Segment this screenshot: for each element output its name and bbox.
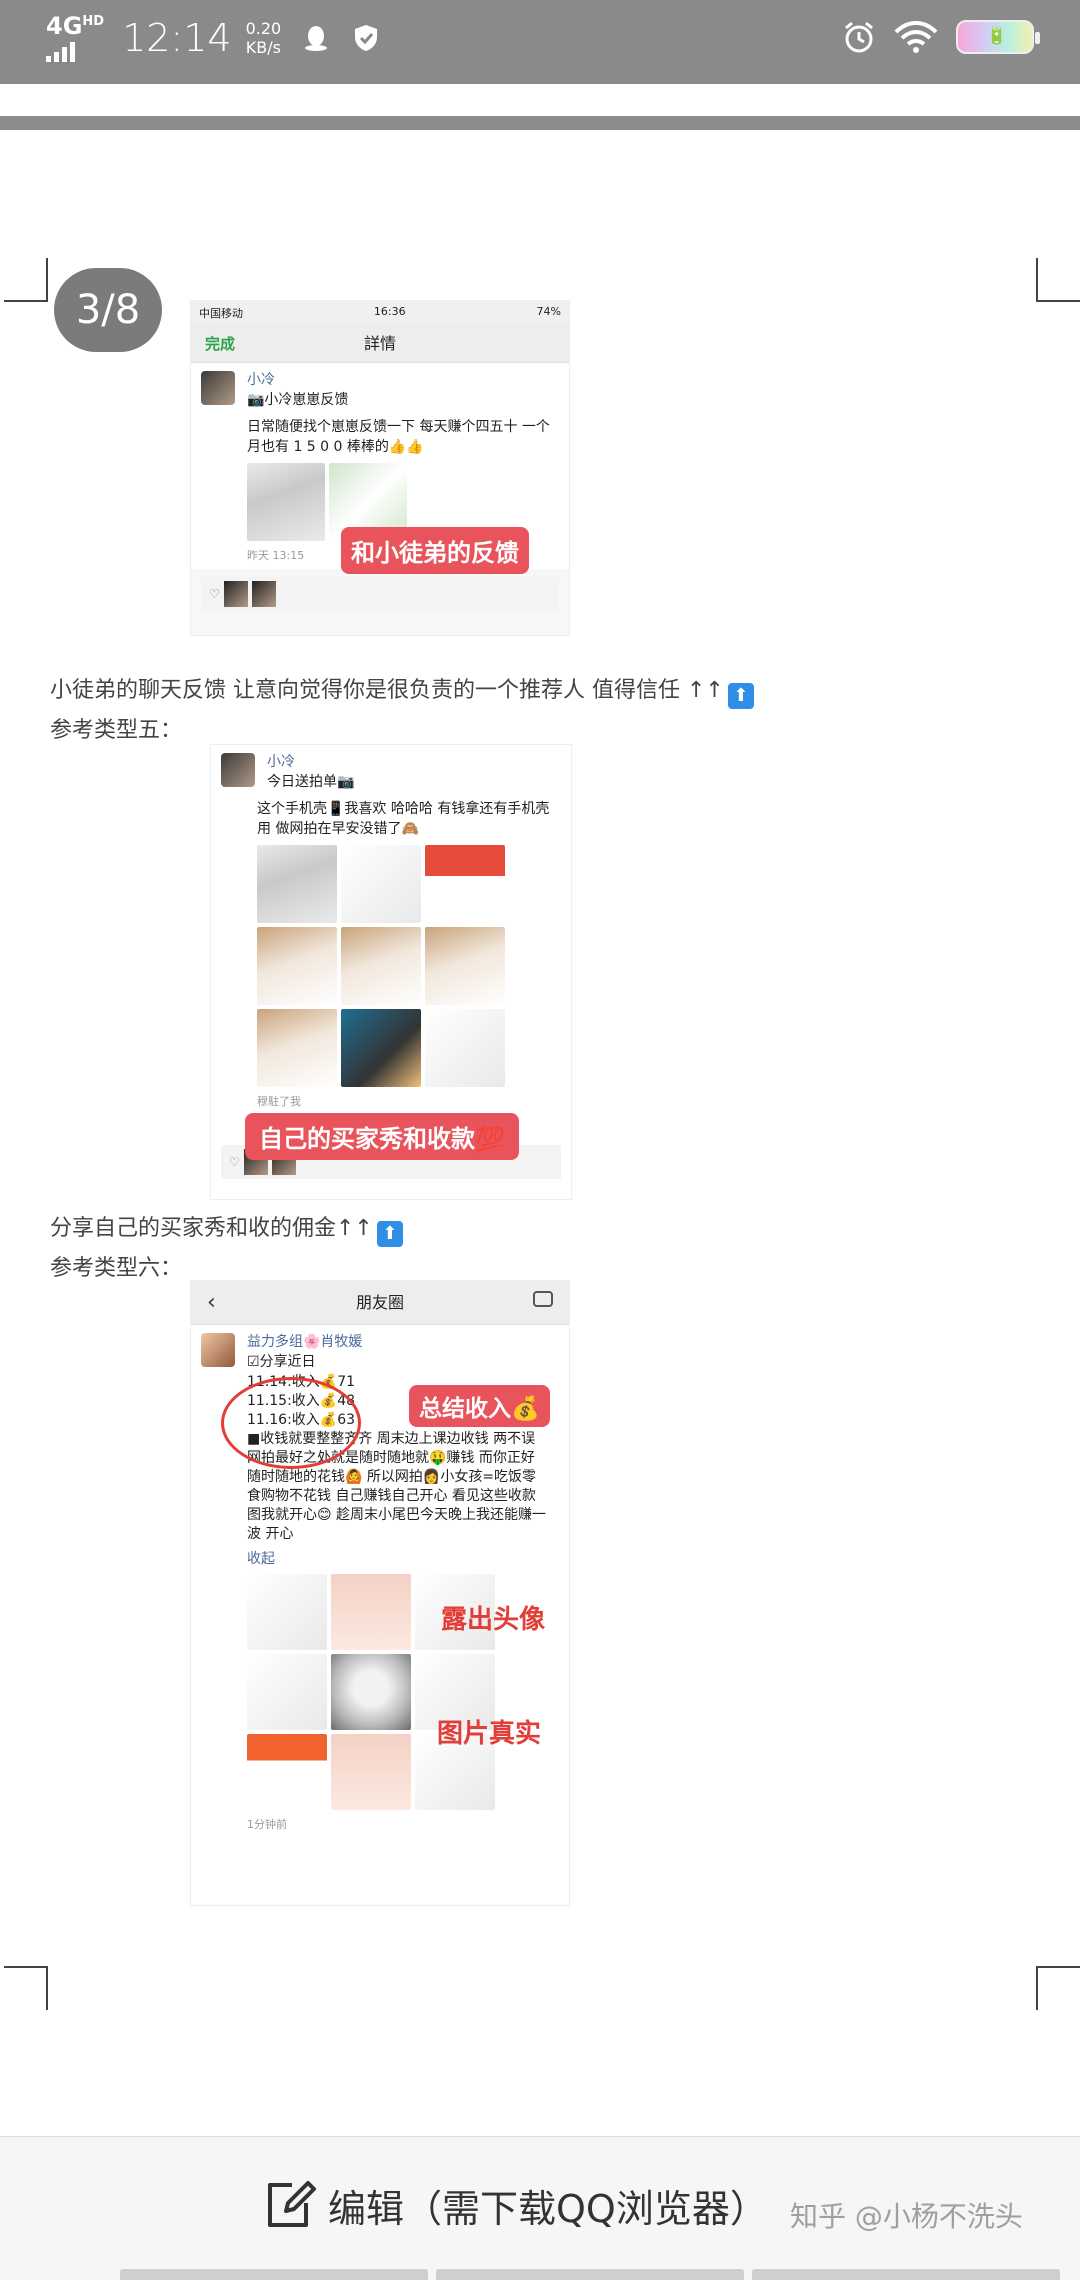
back-icon: ‹ [207, 1290, 216, 1315]
arrow-up-icon: ⬆ [376, 1221, 403, 1247]
page-indicator: 3/8 [54, 268, 162, 352]
highlight-circle [221, 1377, 361, 1469]
alarm-icon [845, 21, 873, 53]
post-subtitle: 今日送拍单📷 [267, 774, 355, 790]
net-speed-value: 0.20 [245, 19, 282, 38]
bottom-bar: 编辑（需下载QQ浏览器） 知乎 @小杨不洗头 [0, 2136, 1080, 2280]
section-heading: 参考类型五： [50, 718, 183, 743]
paragraph: 分享自己的买家秀和收的佣金↑↑ ⬆ [50, 1210, 403, 1247]
paragraph: 小徒弟的聊天反馈 让意向觉得你是很负责的一个推荐人 值得信任 ↑↑ ⬆ [50, 672, 754, 709]
network-indicator: 4GHD [46, 14, 104, 62]
net-speed: 0.20 KB/s [246, 19, 282, 57]
camera-icon [533, 1291, 553, 1307]
annotation-tag: 自己的买家秀和收款💯 [245, 1113, 519, 1160]
edit-button[interactable]: 编辑（需下载QQ浏览器） [262, 2177, 768, 2233]
post-image [341, 1009, 421, 1087]
battery-icon: 🔋 [956, 20, 1040, 54]
mini-status-bar: 中国移动 16:36 74% [191, 301, 569, 325]
watermark: 知乎 @小杨不洗头 [790, 2200, 1023, 2233]
mini-nav-bar: ‹ 朋友圈 [191, 1281, 569, 1325]
post-images [257, 845, 561, 1087]
post-image [247, 1574, 327, 1650]
moment-post: 小冷 今日送拍单📷 这个手机壳📱我喜欢 哈哈哈 有钱拿还有手机壳用 做网拍在早安… [211, 745, 571, 1115]
embedded-screenshot-feedback: 中国移动 16:36 74% 完成 詳情 小冷 📷小冷崽崽反馈 日常随便找个崽崽… [190, 300, 570, 636]
annotation-note: 露出头像 [441, 1605, 546, 1635]
post-image [257, 845, 337, 923]
qq-penguin-icon [305, 26, 328, 51]
mini-done-button: 完成 [205, 335, 236, 353]
post-subtitle: 📷小冷崽崽反馈 [247, 392, 349, 408]
post-image [341, 845, 421, 923]
mini-title: 朋友圈 [355, 1293, 404, 1312]
post-image [247, 1654, 327, 1730]
post-image [331, 1654, 411, 1730]
post-image [247, 1734, 327, 1810]
annotation-tag: 总结收入💰 [409, 1385, 550, 1427]
net-speed-unit: KB/s [245, 38, 281, 57]
poster-name: 小冷 [247, 372, 275, 388]
mini-time: 16:36 [373, 305, 406, 318]
post-image [425, 1009, 505, 1087]
post-image [257, 1009, 337, 1087]
post-body: 这个手机壳📱我喜欢 哈哈哈 有钱拿还有手机壳用 做网拍在早安没错了🙈 [257, 801, 550, 837]
mini-nav-bar: 完成 詳情 [191, 325, 569, 363]
section-heading: 参考类型六： [50, 1256, 183, 1281]
poster-name: 益力多组🌸肖牧媛 [247, 1334, 363, 1350]
crop-mark-top-right [1036, 258, 1080, 302]
post-meta: 穆駐了我 [257, 1095, 301, 1108]
clock: 12:14 [122, 16, 232, 60]
status-bar: 4GHD 12:14 0.20 KB/s 🔋 [0, 0, 1080, 84]
post-subtitle: ☑分享近日 [247, 1354, 316, 1370]
post-image [425, 927, 505, 1005]
collapse-link: 收起 [247, 1551, 275, 1567]
post-time: 1分钟前 [247, 1818, 287, 1831]
embedded-screenshot-buyer-show: 小冷 今日送拍单📷 这个手机壳📱我喜欢 哈哈哈 有钱拿还有手机壳用 做网拍在早安… [210, 744, 572, 1200]
post-body: 日常随便找个崽崽反馈一下 每天赚个四五十 一个月也有 1 5 0 0 棒棒的👍👍 [247, 419, 550, 455]
paragraph-text: 小徒弟的聊天反馈 让意向觉得你是很负责的一个推荐人 值得信任 ↑↑ [50, 678, 724, 703]
post-image [331, 1734, 411, 1810]
wifi-icon [894, 21, 938, 53]
mini-carrier: 中国移动 [199, 307, 243, 320]
arrow-up-icon: ⬆ [727, 683, 754, 709]
crop-mark-bottom-right [1036, 1966, 1080, 2010]
avatar [201, 1333, 235, 1367]
mini-title: 詳情 [363, 334, 396, 353]
post-image [331, 1574, 411, 1650]
network-hd: HD [82, 14, 105, 29]
post-image [247, 463, 325, 541]
post-image [425, 845, 505, 923]
signal-icon [46, 40, 104, 62]
document-top-divider [0, 116, 1080, 130]
edit-label: 编辑（需下载QQ浏览器） [328, 2186, 768, 2231]
post-image [341, 927, 421, 1005]
crop-mark-bottom-left [4, 1966, 48, 2010]
poster-name: 小冷 [267, 754, 295, 770]
shield-icon [355, 25, 378, 51]
network-type: 4G [46, 12, 83, 40]
mini-battery: 74% [536, 305, 561, 318]
tab-strip [120, 2269, 1060, 2280]
embedded-screenshot-moments: ‹ 朋友圈 益力多组🌸肖牧媛 ☑分享近日 11.14:收入💰71 11.15:收… [190, 1280, 570, 1906]
avatar [201, 371, 235, 405]
annotation-tag: 和小徒弟的反馈 [341, 527, 529, 574]
likes-row: ♡ [201, 577, 559, 611]
avatar [221, 753, 255, 787]
crop-mark-top-left [4, 258, 48, 302]
paragraph-text: 分享自己的买家秀和收的佣金↑↑ [50, 1216, 373, 1241]
post-image [257, 927, 337, 1005]
edit-icon [268, 2181, 316, 2227]
annotation-note: 图片真实 [437, 1719, 542, 1749]
